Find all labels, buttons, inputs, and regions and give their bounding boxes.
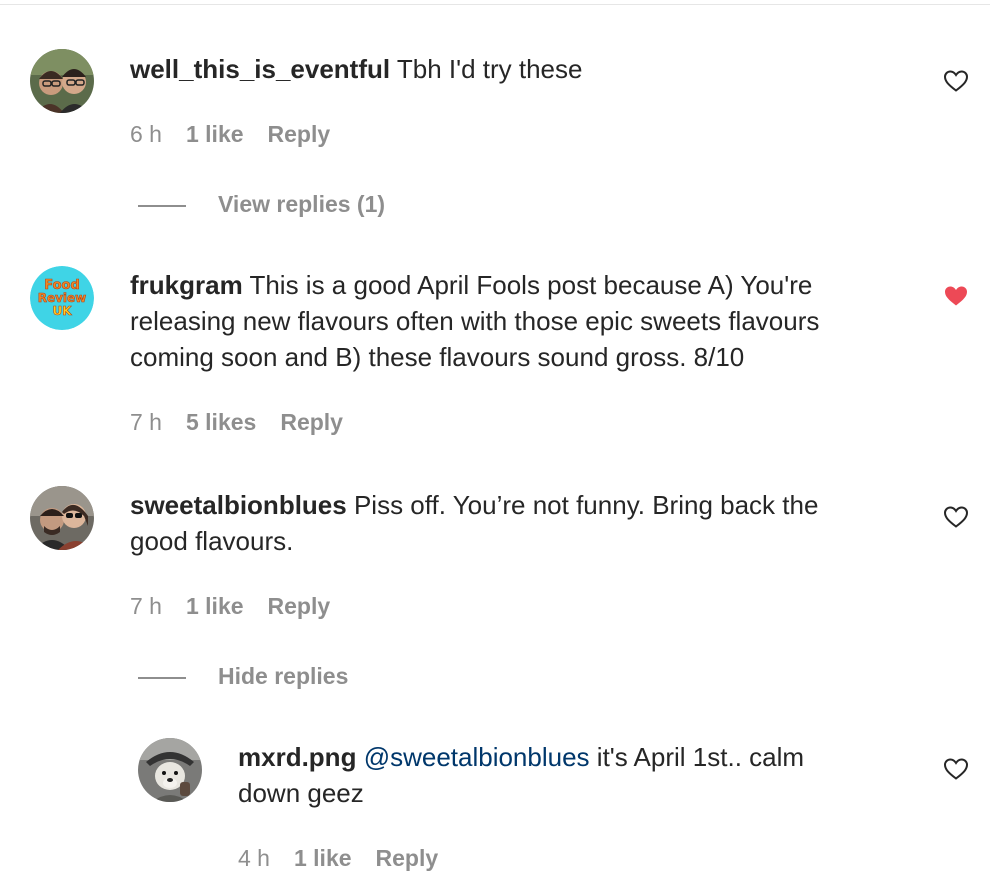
mention-link[interactable]: @sweetalbionblues — [364, 742, 590, 772]
logo-text-review: Review — [38, 291, 87, 305]
comment-username[interactable]: frukgram — [130, 270, 243, 300]
comment-likes[interactable]: 1 like — [186, 119, 244, 149]
reply-body-line: down geez — [238, 778, 364, 808]
reply-username[interactable]: mxrd.png — [238, 742, 356, 772]
avatar[interactable]: Food Review UK — [30, 266, 94, 330]
reply-likes[interactable]: 1 like — [294, 843, 352, 873]
dog-photo-avatar-icon — [138, 738, 202, 802]
comment-body-line: Piss off. You’re not funny. Bring back t… — [353, 490, 819, 520]
comment-text: sweetalbionblues Piss off. You’re not fu… — [130, 487, 920, 559]
reply-body-line: it's April 1st.. calm — [596, 742, 805, 772]
like-heart-icon[interactable] — [943, 505, 969, 529]
avatar[interactable] — [30, 49, 94, 113]
avatar[interactable] — [138, 738, 202, 802]
hide-replies-button[interactable]: Hide replies — [218, 661, 348, 691]
reply-meta: 4 h 1 like Reply — [238, 843, 438, 873]
user-photo-avatar-icon — [30, 486, 94, 550]
comment-username[interactable]: well_this_is_eventful — [130, 54, 390, 84]
liked-heart-icon[interactable] — [943, 284, 969, 308]
like-heart-icon[interactable] — [943, 69, 969, 93]
comment-text: frukgram This is a good April Fools post… — [130, 267, 920, 375]
like-heart-icon[interactable] — [943, 757, 969, 781]
comment-time: 7 h — [130, 593, 162, 619]
view-replies-button[interactable]: View replies (1) — [218, 189, 385, 219]
reply-button[interactable]: Reply — [376, 843, 439, 873]
logo-text-uk: UK — [52, 304, 72, 318]
reply-button[interactable]: Reply — [280, 407, 343, 437]
reply-time: 4 h — [238, 845, 270, 871]
comment-body: Tbh I'd try these — [396, 54, 583, 84]
food-review-logo-icon: Food Review UK — [30, 266, 94, 330]
comment-meta: 6 h 1 like Reply — [130, 119, 330, 149]
comment-body-line: good flavours. — [130, 526, 294, 556]
replies-divider — [138, 677, 186, 679]
reply-button[interactable]: Reply — [268, 591, 331, 621]
top-divider — [0, 4, 990, 5]
replies-divider — [138, 205, 186, 207]
comment-time: 7 h — [130, 409, 162, 435]
comment-body-line: coming soon and B) these flavours sound … — [130, 342, 745, 372]
comment-meta: 7 h 5 likes Reply — [130, 407, 343, 437]
comment-time: 6 h — [130, 121, 162, 147]
reply-text: mxrd.png @sweetalbionblues it's April 1s… — [238, 739, 918, 811]
comment-likes[interactable]: 1 like — [186, 591, 244, 621]
reply-button[interactable]: Reply — [268, 119, 331, 149]
avatar[interactable] — [30, 486, 94, 550]
comment-text: well_this_is_eventful Tbh I'd try these — [130, 51, 890, 87]
comment-likes[interactable]: 5 likes — [186, 407, 256, 437]
comment-body-line: This is a good April Fools post because … — [249, 270, 813, 300]
comment-body-line: releasing new flavours often with those … — [130, 306, 820, 336]
user-photo-avatar-icon — [30, 49, 94, 113]
comment-meta: 7 h 1 like Reply — [130, 591, 330, 621]
comment-username[interactable]: sweetalbionblues — [130, 490, 347, 520]
